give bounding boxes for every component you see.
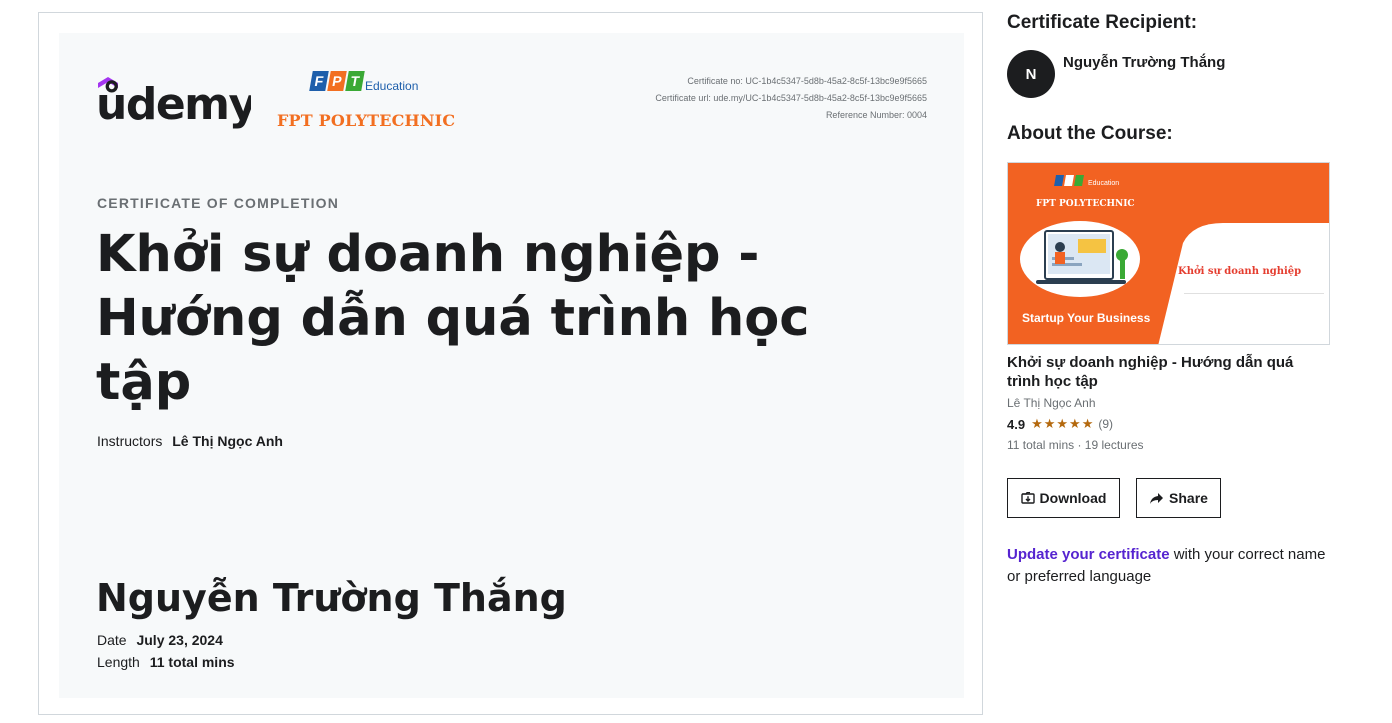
thumb-course-text: Khởi sự doanh nghiệp [1178,266,1301,277]
fpt-letter-p: P [327,71,347,91]
length-value: 11 total mins [149,654,235,670]
fpt-letter-t: T [345,71,365,91]
thumb-brand-small: Education [1088,180,1119,187]
fpt-polytechnic-label: FPT POLYTECHNIC [277,111,456,130]
certificate-body: ůdemy F P T Education FPT POLYTECHNIC Ce… [59,33,964,698]
download-label: Download [1039,490,1107,506]
recipient-heading: Certificate Recipient: [1007,12,1198,33]
fpt-letters: F P T [309,71,365,91]
star-rating-icon: ★★★★★ [1031,416,1095,431]
instructor-name: Lê Thị Ngọc Anh [172,433,283,449]
recipient-row: N Nguyễn Trường Thắng [1007,50,1225,98]
udemy-wordmark: ůdemy [96,79,251,129]
thumb-brand: FPT POLYTECHNIC [1036,199,1135,209]
certificate-kicker: CERTIFICATE OF COMPLETION [97,195,340,211]
certificate-url: Certificate url: ude.my/UC-1b4c5347-5d8b… [655,93,927,103]
rating-value: 4.9 [1007,416,1026,432]
thumb-tagline: Startup Your Business [1022,311,1151,325]
certificate-recipient-name: Nguyễn Trường Thắng [96,576,567,620]
update-certificate-note: Update your certificate with your correc… [1007,544,1327,588]
course-meta: 11 total mins · 19 lectures [1007,438,1144,452]
certificate-frame: ůdemy F P T Education FPT POLYTECHNIC Ce… [38,12,983,715]
share-button[interactable]: Share [1136,478,1221,518]
fpt-letter-f: F [309,71,329,91]
udemy-logo: ůdemy [96,77,251,129]
course-title-link[interactable]: Khởi sự doanh nghiệp - Hướng dẫn quá trì… [1007,353,1327,391]
instructors-label: Instructors [97,433,163,449]
update-certificate-link[interactable]: Update your certificate [1007,546,1170,563]
fpt-polytechnic-logo: F P T Education FPT POLYTECHNIC [277,71,456,133]
download-icon [1020,492,1035,504]
certificate-date: Date July 23, 2024 [97,632,223,648]
course-rating: 4.9 ★★★★★ (9) [1007,416,1113,432]
sidebar: Certificate Recipient: N Nguyễn Trường T… [1007,12,1332,585]
course-thumbnail[interactable]: Education FPT POLYTECHNIC Khởi sự doanh … [1007,162,1330,345]
fpt-education-label: Education [365,79,419,93]
rating-count: (9) [1098,417,1114,431]
certificate-instructors: Instructors Lê Thị Ngọc Anh [97,433,283,449]
share-label: Share [1169,490,1208,506]
certificate-length: Length 11 total mins [97,654,235,670]
avatar[interactable]: N [1007,50,1055,98]
about-course-heading: About the Course: [1007,123,1173,144]
reference-number: Reference Number: 0004 [825,110,927,120]
course-instructor: Lê Thị Ngọc Anh [1007,396,1096,410]
length-label: Length [97,654,140,670]
recipient-name-link[interactable]: Nguyễn Trường Thắng [1063,54,1225,71]
course-thumbnail-art: Education FPT POLYTECHNIC Khởi sự doanh … [1008,163,1329,344]
date-label: Date [97,632,127,648]
certificate-course-title: Khởi sự doanh nghiệp - Hướng dẫn quá trì… [96,225,810,412]
share-arrow-icon [1150,492,1164,504]
certificate-meta: Certificate no: UC-1b4c5347-5d8b-45a2-8c… [655,73,927,124]
download-button[interactable]: Download [1007,478,1120,518]
date-value: July 23, 2024 [136,632,223,648]
certificate-number: Certificate no: UC-1b4c5347-5d8b-45a2-8c… [687,76,927,86]
